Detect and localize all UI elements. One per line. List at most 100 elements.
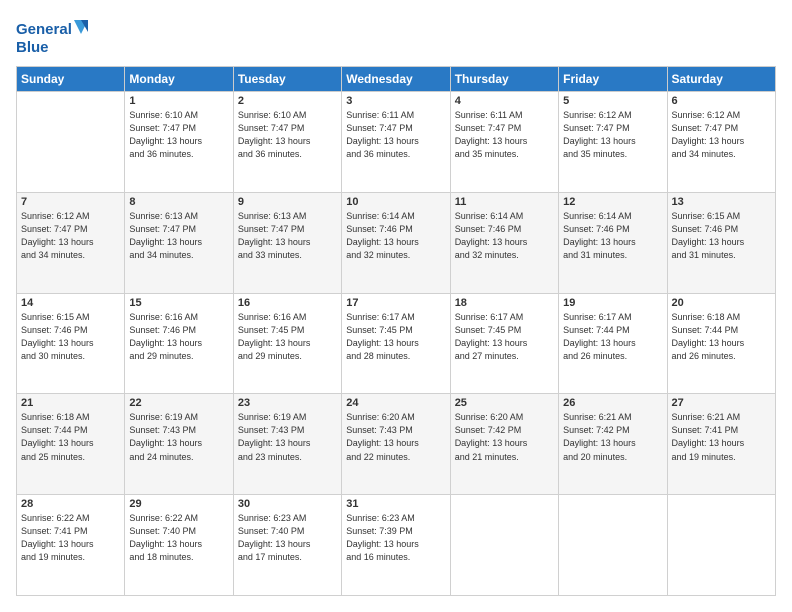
calendar-table: SundayMondayTuesdayWednesdayThursdayFrid…: [16, 66, 776, 596]
day-number: 5: [563, 95, 662, 107]
day-info: Sunrise: 6:10 AM Sunset: 7:47 PM Dayligh…: [129, 109, 228, 161]
calendar-week-3: 14 Sunrise: 6:15 AM Sunset: 7:46 PM Dayli…: [17, 293, 776, 394]
svg-text:General: General: [16, 21, 72, 38]
calendar-week-4: 21 Sunrise: 6:18 AM Sunset: 7:44 PM Dayli…: [17, 394, 776, 495]
calendar-cell: 8 Sunrise: 6:13 AM Sunset: 7:47 PM Daylig…: [125, 192, 233, 293]
svg-text:Blue: Blue: [16, 39, 49, 56]
day-info: Sunrise: 6:11 AM Sunset: 7:47 PM Dayligh…: [455, 109, 554, 161]
day-info: Sunrise: 6:13 AM Sunset: 7:47 PM Dayligh…: [238, 210, 337, 262]
page-header: GeneralBlue: [16, 16, 776, 56]
calendar-header-monday: Monday: [125, 67, 233, 92]
day-number: 27: [672, 397, 771, 409]
logo-icon: GeneralBlue: [16, 16, 96, 56]
day-number: 22: [129, 397, 228, 409]
calendar-header-row: SundayMondayTuesdayWednesdayThursdayFrid…: [17, 67, 776, 92]
day-info: Sunrise: 6:21 AM Sunset: 7:42 PM Dayligh…: [563, 411, 662, 463]
calendar-cell: 6 Sunrise: 6:12 AM Sunset: 7:47 PM Daylig…: [667, 92, 775, 193]
calendar-week-2: 7 Sunrise: 6:12 AM Sunset: 7:47 PM Daylig…: [17, 192, 776, 293]
day-info: Sunrise: 6:18 AM Sunset: 7:44 PM Dayligh…: [21, 411, 120, 463]
calendar-cell: [450, 495, 558, 596]
calendar-cell: 23 Sunrise: 6:19 AM Sunset: 7:43 PM Dayli…: [233, 394, 341, 495]
day-number: 6: [672, 95, 771, 107]
day-number: 14: [21, 297, 120, 309]
calendar-cell: [559, 495, 667, 596]
day-number: 24: [346, 397, 445, 409]
day-info: Sunrise: 6:20 AM Sunset: 7:43 PM Dayligh…: [346, 411, 445, 463]
day-info: Sunrise: 6:19 AM Sunset: 7:43 PM Dayligh…: [238, 411, 337, 463]
calendar-header-tuesday: Tuesday: [233, 67, 341, 92]
calendar-header-saturday: Saturday: [667, 67, 775, 92]
calendar-cell: 25 Sunrise: 6:20 AM Sunset: 7:42 PM Dayli…: [450, 394, 558, 495]
day-number: 26: [563, 397, 662, 409]
calendar-cell: [17, 92, 125, 193]
day-info: Sunrise: 6:12 AM Sunset: 7:47 PM Dayligh…: [21, 210, 120, 262]
calendar-cell: 14 Sunrise: 6:15 AM Sunset: 7:46 PM Dayli…: [17, 293, 125, 394]
day-number: 18: [455, 297, 554, 309]
calendar-cell: 21 Sunrise: 6:18 AM Sunset: 7:44 PM Dayli…: [17, 394, 125, 495]
day-info: Sunrise: 6:13 AM Sunset: 7:47 PM Dayligh…: [129, 210, 228, 262]
day-info: Sunrise: 6:15 AM Sunset: 7:46 PM Dayligh…: [672, 210, 771, 262]
day-number: 23: [238, 397, 337, 409]
day-info: Sunrise: 6:14 AM Sunset: 7:46 PM Dayligh…: [455, 210, 554, 262]
day-info: Sunrise: 6:17 AM Sunset: 7:45 PM Dayligh…: [455, 311, 554, 363]
calendar-cell: 30 Sunrise: 6:23 AM Sunset: 7:40 PM Dayli…: [233, 495, 341, 596]
calendar-cell: 24 Sunrise: 6:20 AM Sunset: 7:43 PM Dayli…: [342, 394, 450, 495]
calendar-header-wednesday: Wednesday: [342, 67, 450, 92]
calendar-cell: 12 Sunrise: 6:14 AM Sunset: 7:46 PM Dayli…: [559, 192, 667, 293]
day-info: Sunrise: 6:23 AM Sunset: 7:39 PM Dayligh…: [346, 512, 445, 564]
day-info: Sunrise: 6:11 AM Sunset: 7:47 PM Dayligh…: [346, 109, 445, 161]
calendar-cell: [667, 495, 775, 596]
calendar-week-5: 28 Sunrise: 6:22 AM Sunset: 7:41 PM Dayli…: [17, 495, 776, 596]
day-info: Sunrise: 6:12 AM Sunset: 7:47 PM Dayligh…: [563, 109, 662, 161]
day-info: Sunrise: 6:19 AM Sunset: 7:43 PM Dayligh…: [129, 411, 228, 463]
calendar-cell: 28 Sunrise: 6:22 AM Sunset: 7:41 PM Dayli…: [17, 495, 125, 596]
calendar-cell: 17 Sunrise: 6:17 AM Sunset: 7:45 PM Dayli…: [342, 293, 450, 394]
day-info: Sunrise: 6:21 AM Sunset: 7:41 PM Dayligh…: [672, 411, 771, 463]
day-info: Sunrise: 6:16 AM Sunset: 7:45 PM Dayligh…: [238, 311, 337, 363]
day-number: 20: [672, 297, 771, 309]
calendar-cell: 15 Sunrise: 6:16 AM Sunset: 7:46 PM Dayli…: [125, 293, 233, 394]
day-number: 17: [346, 297, 445, 309]
day-number: 28: [21, 498, 120, 510]
day-number: 12: [563, 196, 662, 208]
day-info: Sunrise: 6:23 AM Sunset: 7:40 PM Dayligh…: [238, 512, 337, 564]
calendar-cell: 18 Sunrise: 6:17 AM Sunset: 7:45 PM Dayli…: [450, 293, 558, 394]
day-number: 2: [238, 95, 337, 107]
day-info: Sunrise: 6:17 AM Sunset: 7:45 PM Dayligh…: [346, 311, 445, 363]
calendar-cell: 5 Sunrise: 6:12 AM Sunset: 7:47 PM Daylig…: [559, 92, 667, 193]
day-info: Sunrise: 6:15 AM Sunset: 7:46 PM Dayligh…: [21, 311, 120, 363]
day-number: 7: [21, 196, 120, 208]
day-info: Sunrise: 6:14 AM Sunset: 7:46 PM Dayligh…: [563, 210, 662, 262]
day-number: 30: [238, 498, 337, 510]
day-info: Sunrise: 6:10 AM Sunset: 7:47 PM Dayligh…: [238, 109, 337, 161]
day-number: 25: [455, 397, 554, 409]
calendar-week-1: 1 Sunrise: 6:10 AM Sunset: 7:47 PM Daylig…: [17, 92, 776, 193]
day-info: Sunrise: 6:16 AM Sunset: 7:46 PM Dayligh…: [129, 311, 228, 363]
calendar-header-thursday: Thursday: [450, 67, 558, 92]
day-number: 29: [129, 498, 228, 510]
day-number: 3: [346, 95, 445, 107]
day-info: Sunrise: 6:22 AM Sunset: 7:41 PM Dayligh…: [21, 512, 120, 564]
day-number: 9: [238, 196, 337, 208]
day-info: Sunrise: 6:17 AM Sunset: 7:44 PM Dayligh…: [563, 311, 662, 363]
day-info: Sunrise: 6:22 AM Sunset: 7:40 PM Dayligh…: [129, 512, 228, 564]
calendar-cell: 22 Sunrise: 6:19 AM Sunset: 7:43 PM Dayli…: [125, 394, 233, 495]
day-number: 16: [238, 297, 337, 309]
calendar-cell: 19Sunrise: 6:17 AM Sunset: 7:44 PM Dayli…: [559, 293, 667, 394]
day-number: 1: [129, 95, 228, 107]
day-number: 8: [129, 196, 228, 208]
day-info: Sunrise: 6:20 AM Sunset: 7:42 PM Dayligh…: [455, 411, 554, 463]
calendar-cell: 20 Sunrise: 6:18 AM Sunset: 7:44 PM Dayli…: [667, 293, 775, 394]
day-number: 15: [129, 297, 228, 309]
calendar-cell: 7 Sunrise: 6:12 AM Sunset: 7:47 PM Daylig…: [17, 192, 125, 293]
calendar-cell: 4Sunrise: 6:11 AM Sunset: 7:47 PM Daylig…: [450, 92, 558, 193]
calendar-cell: 29 Sunrise: 6:22 AM Sunset: 7:40 PM Dayli…: [125, 495, 233, 596]
day-info: Sunrise: 6:18 AM Sunset: 7:44 PM Dayligh…: [672, 311, 771, 363]
day-info: Sunrise: 6:12 AM Sunset: 7:47 PM Dayligh…: [672, 109, 771, 161]
calendar-header-sunday: Sunday: [17, 67, 125, 92]
day-info: Sunrise: 6:14 AM Sunset: 7:46 PM Dayligh…: [346, 210, 445, 262]
calendar-cell: 3 Sunrise: 6:11 AM Sunset: 7:47 PM Daylig…: [342, 92, 450, 193]
day-number: 10: [346, 196, 445, 208]
day-number: 13: [672, 196, 771, 208]
day-number: 21: [21, 397, 120, 409]
